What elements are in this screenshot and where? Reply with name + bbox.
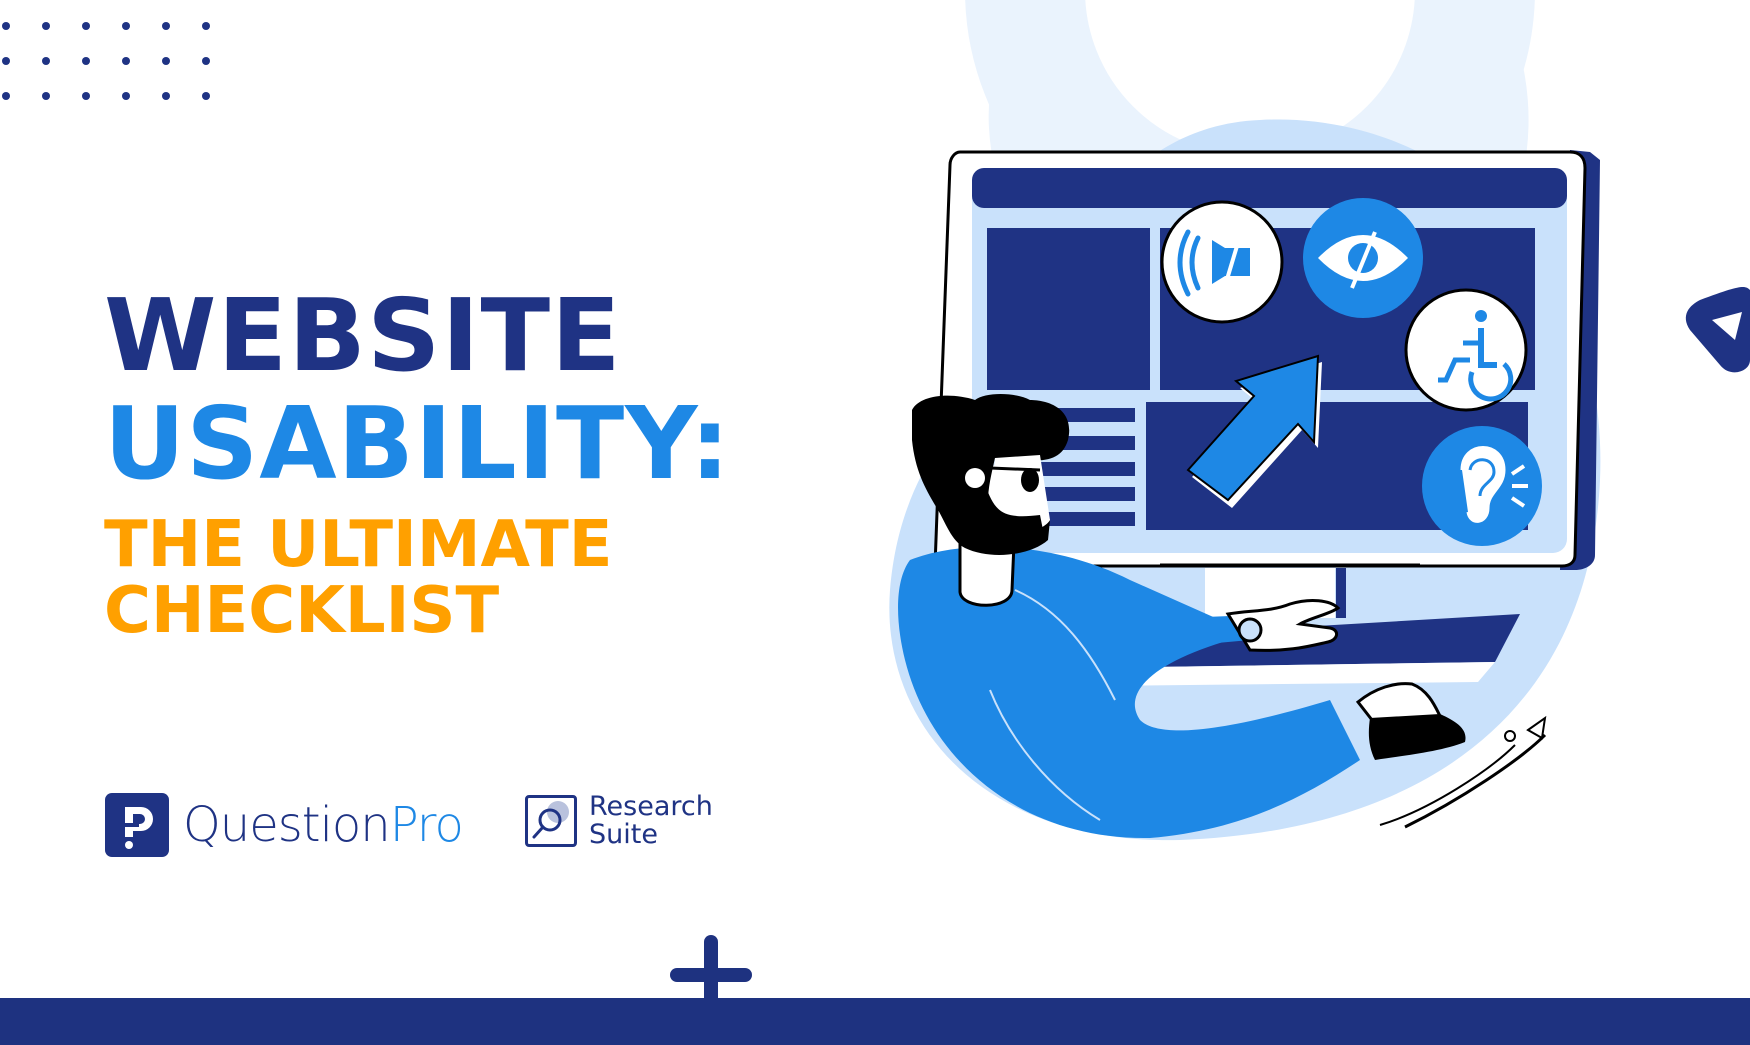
accessibility-illustration — [889, 0, 1750, 841]
person-ear — [965, 468, 985, 488]
page-headline: WEBSITE USABILITY: THE ULTIMATE CHECKLIS… — [104, 282, 731, 648]
decoration-dot — [42, 92, 50, 100]
motion-dot — [1504, 730, 1516, 742]
dot-grid-decoration — [2, 22, 210, 100]
decoration-dot — [162, 22, 170, 30]
subtitle-line-2: CHECKLIST — [104, 574, 500, 648]
headline-line-website: WEBSITE — [104, 277, 622, 394]
decoration-dot — [162, 57, 170, 65]
headline-line-usability: USABILITY: — [104, 385, 731, 502]
wristwatch-icon — [1237, 617, 1263, 643]
motion-arrowhead — [1526, 715, 1547, 740]
decoration-dot — [122, 92, 130, 100]
decoration-dot — [162, 92, 170, 100]
questionpro-name-part2: Pro — [389, 797, 464, 853]
decoration-dot — [82, 22, 90, 30]
questionpro-logo: QuestionPro — [105, 793, 464, 857]
decoration-dot — [42, 22, 50, 30]
research-suite-magnifier-icon — [525, 795, 577, 847]
questionpro-wordmark: QuestionPro — [183, 797, 464, 853]
decoration-dot — [82, 57, 90, 65]
research-suite-logo: Research Suite — [525, 793, 713, 849]
person-glasses-lens — [1021, 468, 1039, 492]
decoration-dot — [82, 92, 90, 100]
questionpro-mark-icon — [105, 793, 169, 857]
plus-decoration-horizontal — [670, 968, 752, 982]
footer-bar — [0, 998, 1750, 1045]
decoration-dot — [2, 22, 10, 30]
wheelchair-icon — [1404, 288, 1528, 412]
decoration-dot — [202, 57, 210, 65]
decoration-dot — [202, 22, 210, 30]
decoration-dot — [2, 57, 10, 65]
decoration-dot — [202, 92, 210, 100]
monitor-stand-pole — [1336, 568, 1346, 618]
triangle-decoration — [1685, 287, 1750, 373]
decoration-dot — [2, 92, 10, 100]
screen-left-panel — [987, 228, 1150, 390]
decoration-dot — [42, 57, 50, 65]
ear-hearing-icon — [1422, 426, 1542, 546]
research-suite-wordmark: Research Suite — [589, 793, 713, 849]
research-suite-line2: Suite — [589, 819, 658, 850]
eye-hidden-icon — [1303, 198, 1423, 318]
research-suite-line1: Research — [589, 791, 713, 822]
subtitle-line-1: THE ULTIMATE — [104, 508, 613, 582]
questionpro-name-part1: Question — [183, 797, 391, 853]
decoration-dot — [122, 57, 130, 65]
decoration-dot — [122, 22, 130, 30]
screen-header-bar — [972, 168, 1567, 208]
sound-muted-icon — [1160, 200, 1284, 324]
